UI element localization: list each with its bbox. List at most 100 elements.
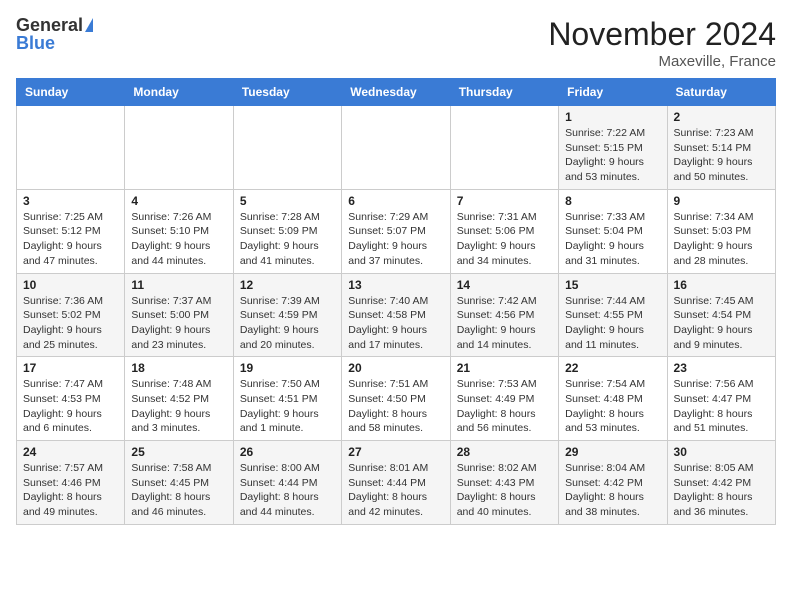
logo: General Blue	[16, 16, 93, 52]
calendar-cell: 14 Sunrise: 7:42 AMSunset: 4:56 PMDayligh…	[450, 273, 558, 357]
day-number: 16	[674, 278, 769, 292]
day-number: 28	[457, 445, 552, 459]
calendar-cell: 25 Sunrise: 7:58 AMSunset: 4:45 PMDayligh…	[125, 441, 233, 525]
day-number: 7	[457, 194, 552, 208]
location: Maxeville, France	[548, 53, 776, 70]
day-number: 27	[348, 445, 443, 459]
day-info: Sunrise: 8:01 AMSunset: 4:44 PMDaylight:…	[348, 461, 443, 520]
calendar-cell: 10 Sunrise: 7:36 AMSunset: 5:02 PMDayligh…	[17, 273, 125, 357]
calendar-cell: 16 Sunrise: 7:45 AMSunset: 4:54 PMDayligh…	[667, 273, 775, 357]
day-info: Sunrise: 7:28 AMSunset: 5:09 PMDaylight:…	[240, 210, 335, 269]
day-number: 26	[240, 445, 335, 459]
calendar-cell: 22 Sunrise: 7:54 AMSunset: 4:48 PMDayligh…	[559, 357, 667, 441]
calendar-cell: 8 Sunrise: 7:33 AMSunset: 5:04 PMDaylight…	[559, 189, 667, 273]
calendar-row-2: 3 Sunrise: 7:25 AMSunset: 5:12 PMDaylight…	[17, 189, 776, 273]
day-info: Sunrise: 7:57 AMSunset: 4:46 PMDaylight:…	[23, 461, 118, 520]
calendar-cell	[125, 106, 233, 190]
day-number: 2	[674, 110, 769, 124]
day-number: 18	[131, 361, 226, 375]
day-info: Sunrise: 7:47 AMSunset: 4:53 PMDaylight:…	[23, 377, 118, 436]
calendar-cell	[17, 106, 125, 190]
calendar-cell: 18 Sunrise: 7:48 AMSunset: 4:52 PMDayligh…	[125, 357, 233, 441]
calendar-row-5: 24 Sunrise: 7:57 AMSunset: 4:46 PMDayligh…	[17, 441, 776, 525]
day-info: Sunrise: 7:58 AMSunset: 4:45 PMDaylight:…	[131, 461, 226, 520]
calendar-cell: 19 Sunrise: 7:50 AMSunset: 4:51 PMDayligh…	[233, 357, 341, 441]
day-number: 22	[565, 361, 660, 375]
day-info: Sunrise: 7:54 AMSunset: 4:48 PMDaylight:…	[565, 377, 660, 436]
weekday-header-thursday: Thursday	[450, 79, 558, 106]
day-number: 23	[674, 361, 769, 375]
day-number: 13	[348, 278, 443, 292]
weekday-header-sunday: Sunday	[17, 79, 125, 106]
calendar-row-4: 17 Sunrise: 7:47 AMSunset: 4:53 PMDayligh…	[17, 357, 776, 441]
calendar-cell: 21Sunrise: 7:53 AMSunset: 4:49 PMDayligh…	[450, 357, 558, 441]
day-info: Sunrise: 7:50 AMSunset: 4:51 PMDaylight:…	[240, 377, 335, 436]
calendar-cell: 4 Sunrise: 7:26 AMSunset: 5:10 PMDaylight…	[125, 189, 233, 273]
day-number: 4	[131, 194, 226, 208]
day-number: 17	[23, 361, 118, 375]
day-number: 8	[565, 194, 660, 208]
calendar-cell: 7 Sunrise: 7:31 AMSunset: 5:06 PMDaylight…	[450, 189, 558, 273]
weekday-header-monday: Monday	[125, 79, 233, 106]
day-number: 19	[240, 361, 335, 375]
calendar-cell	[450, 106, 558, 190]
calendar-cell	[342, 106, 450, 190]
day-info: Sunrise: 7:42 AMSunset: 4:56 PMDaylight:…	[457, 294, 552, 353]
weekday-header-friday: Friday	[559, 79, 667, 106]
day-info: Sunrise: 7:40 AMSunset: 4:58 PMDaylight:…	[348, 294, 443, 353]
day-number: 1	[565, 110, 660, 124]
day-number: 30	[674, 445, 769, 459]
calendar-cell: 1 Sunrise: 7:22 AMSunset: 5:15 PMDaylight…	[559, 106, 667, 190]
calendar-cell: 28 Sunrise: 8:02 AMSunset: 4:43 PMDayligh…	[450, 441, 558, 525]
month-title: November 2024	[548, 16, 776, 53]
day-info: Sunrise: 7:25 AMSunset: 5:12 PMDaylight:…	[23, 210, 118, 269]
calendar-cell	[233, 106, 341, 190]
day-number: 10	[23, 278, 118, 292]
day-info: Sunrise: 8:04 AMSunset: 4:42 PMDaylight:…	[565, 461, 660, 520]
calendar-cell: 20Sunrise: 7:51 AMSunset: 4:50 PMDayligh…	[342, 357, 450, 441]
logo-triangle-icon	[85, 18, 93, 32]
day-number: 20	[348, 361, 443, 375]
calendar-cell: 9Sunrise: 7:34 AMSunset: 5:03 PMDaylight…	[667, 189, 775, 273]
calendar-cell: 29 Sunrise: 8:04 AMSunset: 4:42 PMDayligh…	[559, 441, 667, 525]
day-number: 3	[23, 194, 118, 208]
calendar-cell: 24 Sunrise: 7:57 AMSunset: 4:46 PMDayligh…	[17, 441, 125, 525]
weekday-header-row: SundayMondayTuesdayWednesdayThursdayFrid…	[17, 79, 776, 106]
day-info: Sunrise: 7:26 AMSunset: 5:10 PMDaylight:…	[131, 210, 226, 269]
day-info: Sunrise: 7:36 AMSunset: 5:02 PMDaylight:…	[23, 294, 118, 353]
day-info: Sunrise: 8:00 AMSunset: 4:44 PMDaylight:…	[240, 461, 335, 520]
day-info: Sunrise: 7:48 AMSunset: 4:52 PMDaylight:…	[131, 377, 226, 436]
day-info: Sunrise: 7:22 AMSunset: 5:15 PMDaylight:…	[565, 126, 660, 185]
day-info: Sunrise: 7:31 AMSunset: 5:06 PMDaylight:…	[457, 210, 552, 269]
calendar-cell: 13 Sunrise: 7:40 AMSunset: 4:58 PMDayligh…	[342, 273, 450, 357]
calendar-cell: 5Sunrise: 7:28 AMSunset: 5:09 PMDaylight…	[233, 189, 341, 273]
calendar-cell: 26 Sunrise: 8:00 AMSunset: 4:44 PMDayligh…	[233, 441, 341, 525]
day-info: Sunrise: 8:05 AMSunset: 4:42 PMDaylight:…	[674, 461, 769, 520]
calendar-row-1: 1 Sunrise: 7:22 AMSunset: 5:15 PMDaylight…	[17, 106, 776, 190]
weekday-header-wednesday: Wednesday	[342, 79, 450, 106]
calendar-cell: 6Sunrise: 7:29 AMSunset: 5:07 PMDaylight…	[342, 189, 450, 273]
weekday-header-saturday: Saturday	[667, 79, 775, 106]
day-info: Sunrise: 7:45 AMSunset: 4:54 PMDaylight:…	[674, 294, 769, 353]
day-info: Sunrise: 7:37 AMSunset: 5:00 PMDaylight:…	[131, 294, 226, 353]
day-number: 25	[131, 445, 226, 459]
calendar-cell: 12Sunrise: 7:39 AMSunset: 4:59 PMDayligh…	[233, 273, 341, 357]
calendar-cell: 27 Sunrise: 8:01 AMSunset: 4:44 PMDayligh…	[342, 441, 450, 525]
logo-general-text: General	[16, 16, 83, 34]
day-number: 24	[23, 445, 118, 459]
weekday-header-tuesday: Tuesday	[233, 79, 341, 106]
day-info: Sunrise: 7:33 AMSunset: 5:04 PMDaylight:…	[565, 210, 660, 269]
calendar-row-3: 10 Sunrise: 7:36 AMSunset: 5:02 PMDayligh…	[17, 273, 776, 357]
day-info: Sunrise: 7:56 AMSunset: 4:47 PMDaylight:…	[674, 377, 769, 436]
day-info: Sunrise: 7:29 AMSunset: 5:07 PMDaylight:…	[348, 210, 443, 269]
calendar-cell: 15Sunrise: 7:44 AMSunset: 4:55 PMDayligh…	[559, 273, 667, 357]
day-number: 29	[565, 445, 660, 459]
day-info: Sunrise: 8:02 AMSunset: 4:43 PMDaylight:…	[457, 461, 552, 520]
calendar-cell: 11 Sunrise: 7:37 AMSunset: 5:00 PMDayligh…	[125, 273, 233, 357]
day-number: 11	[131, 278, 226, 292]
day-number: 15	[565, 278, 660, 292]
day-info: Sunrise: 7:39 AMSunset: 4:59 PMDaylight:…	[240, 294, 335, 353]
day-number: 14	[457, 278, 552, 292]
calendar-cell: 23 Sunrise: 7:56 AMSunset: 4:47 PMDayligh…	[667, 357, 775, 441]
calendar-cell: 30 Sunrise: 8:05 AMSunset: 4:42 PMDayligh…	[667, 441, 775, 525]
